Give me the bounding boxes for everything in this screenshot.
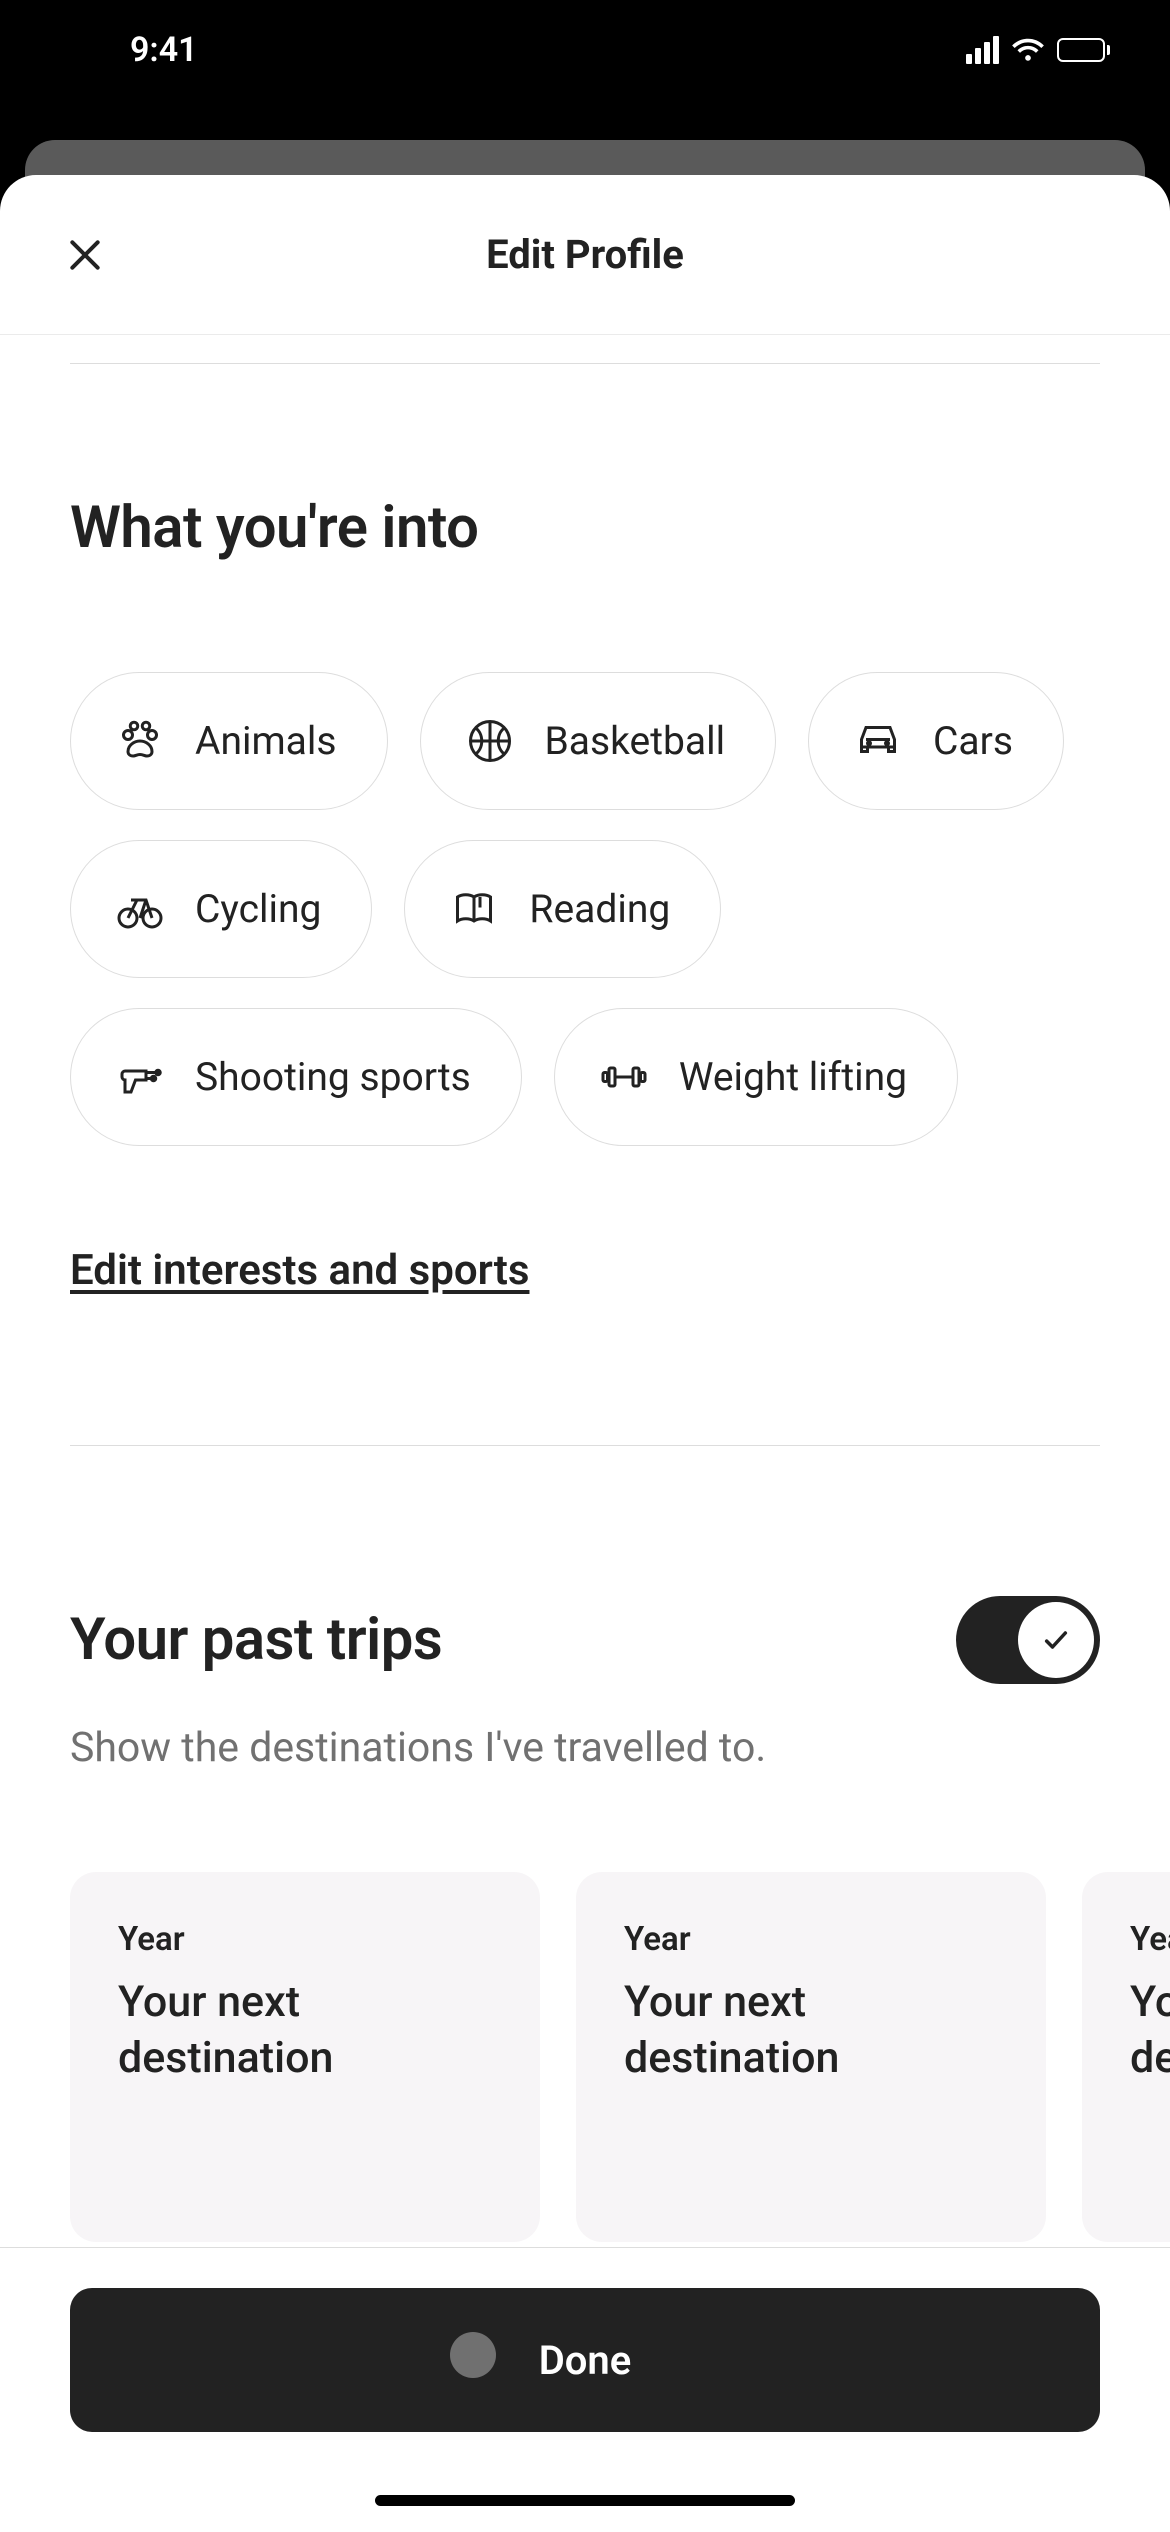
status-icons: [966, 35, 1110, 65]
chip-label: Reading: [529, 886, 670, 932]
check-icon: [1042, 1626, 1070, 1654]
toggle-knob: [1018, 1602, 1094, 1678]
chip-weight-lifting[interactable]: Weight lifting: [554, 1008, 958, 1146]
done-button[interactable]: Done: [70, 2288, 1100, 2432]
section-divider: [70, 1445, 1100, 1446]
chip-label: Animals: [195, 718, 337, 764]
close-button[interactable]: [60, 230, 110, 280]
paw-icon: [115, 716, 165, 766]
trips-header: Your past trips: [70, 1596, 1100, 1684]
bicycle-icon: [115, 884, 165, 934]
chip-cars[interactable]: Cars: [808, 672, 1064, 810]
edit-interests-link[interactable]: Edit interests and sports: [70, 1246, 1100, 1295]
trip-year-label: Year: [1130, 1920, 1170, 1959]
shooting-icon: [115, 1052, 165, 1102]
sheet-title: Edit Profile: [486, 231, 684, 278]
chip-animals[interactable]: Animals: [70, 672, 388, 810]
chip-label: Weight lifting: [679, 1054, 907, 1100]
home-indicator[interactable]: [375, 2495, 795, 2506]
trips-subtitle: Show the destinations I've travelled to.: [70, 1724, 1100, 1772]
chip-label: Shooting sports: [195, 1054, 471, 1100]
trips-toggle[interactable]: [956, 1596, 1100, 1684]
trip-destination: Your next destination: [1130, 1975, 1170, 2087]
chip-shooting-sports[interactable]: Shooting sports: [70, 1008, 522, 1146]
chip-label: Cars: [933, 718, 1013, 764]
close-icon: [66, 236, 104, 274]
divider: [70, 363, 1100, 364]
trip-card[interactable]: Year Your next destination: [70, 1872, 540, 2242]
chip-label: Basketball: [545, 718, 726, 764]
trip-destination: Your next destination: [624, 1975, 998, 2087]
chip-label: Cycling: [195, 886, 321, 932]
basketball-icon: [465, 716, 515, 766]
battery-icon: [1057, 38, 1110, 62]
trip-destination: Your next destination: [118, 1975, 492, 2087]
status-bar: 9:41: [0, 0, 1170, 100]
interests-heading: What you're into: [70, 494, 1100, 562]
interests-chip-group: Animals Basketball Cars Cycling Reading …: [70, 672, 1100, 1146]
dumbbell-icon: [599, 1052, 649, 1102]
touch-cursor-icon: [450, 2332, 496, 2378]
wifi-icon: [1011, 35, 1045, 65]
status-time: 9:41: [130, 30, 198, 70]
trip-cards-scroller[interactable]: Year Your next destination Year Your nex…: [70, 1872, 1170, 2242]
trip-card[interactable]: Year Your next destination: [576, 1872, 1046, 2242]
chip-cycling[interactable]: Cycling: [70, 840, 372, 978]
chip-basketball[interactable]: Basketball: [420, 672, 777, 810]
chip-reading[interactable]: Reading: [404, 840, 721, 978]
sheet-body[interactable]: What you're into Animals Basketball Cars…: [0, 335, 1170, 2532]
trip-year-label: Year: [118, 1920, 492, 1959]
done-button-label: Done: [539, 2337, 632, 2384]
sheet-header: Edit Profile: [0, 175, 1170, 335]
trips-heading: Your past trips: [70, 1606, 442, 1674]
cellular-signal-icon: [966, 36, 999, 64]
car-icon: [853, 716, 903, 766]
sheet-footer: Done: [0, 2247, 1170, 2532]
book-icon: [449, 884, 499, 934]
edit-profile-sheet: Edit Profile What you're into Animals Ba…: [0, 175, 1170, 2532]
trip-year-label: Year: [624, 1920, 998, 1959]
trip-card[interactable]: Year Your next destination: [1082, 1872, 1170, 2242]
